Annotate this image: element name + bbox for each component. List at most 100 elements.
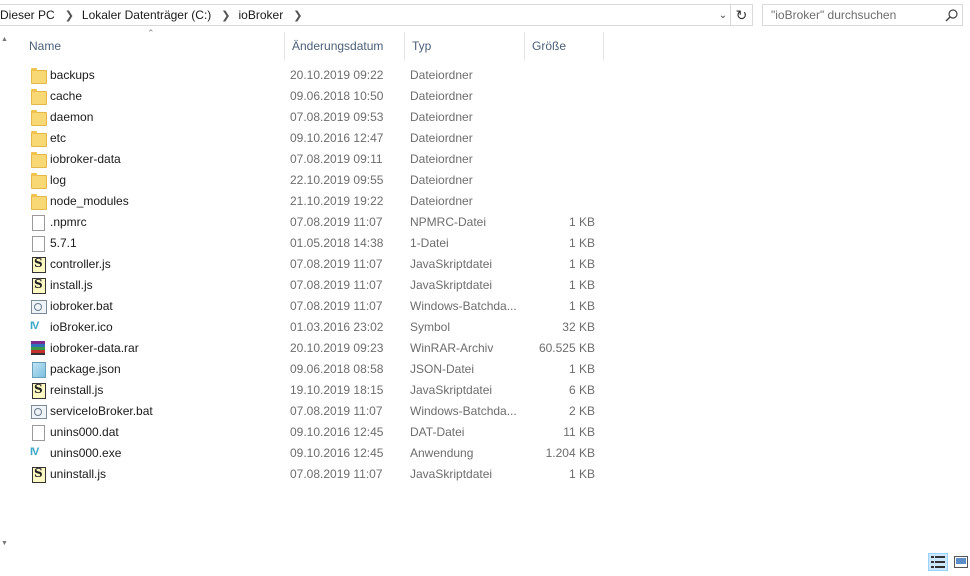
file-row[interactable]: 5.7.1 01.05.2018 14:38 1-Datei 1 KB [22,232,602,253]
batch-file-icon [30,298,47,314]
search-input[interactable]: "ioBroker" durchsuchen [771,8,940,22]
breadcrumb-this-pc[interactable]: Dieser PC [0,8,55,22]
file-size: 1 KB [568,214,595,229]
file-name-cell[interactable]: daemon [22,109,285,126]
file-name-cell[interactable]: iobroker-data [22,151,285,168]
file-row[interactable]: unins000.exe 09.10.2016 12:45 Anwendung 1.2… [22,442,602,463]
file-row[interactable]: log 22.10.2019 09:55 Dateiordner [22,169,602,190]
batch-file-icon [30,403,47,419]
large-icons-view-button[interactable] [951,553,970,571]
file-type: Windows-Batchda... [410,298,517,313]
file-row[interactable]: cache 09.06.2018 10:50 Dateiordner [22,85,602,106]
file-name: backups [50,67,95,82]
file-date: 07.08.2019 11:07 [290,403,383,418]
file-row[interactable]: controller.js 07.08.2019 11:07 JavaSkriptd… [22,253,602,274]
file-size: 1 KB [568,277,595,292]
file-name-cell[interactable]: ioBroker.ico [22,319,285,335]
file-row[interactable]: uninstall.js 07.08.2019 11:07 JavaSkriptda… [22,463,602,484]
file-name: serviceIoBroker.bat [50,403,153,418]
file-name-cell[interactable]: 5.7.1 [22,235,285,252]
search-icon[interactable] [940,8,962,22]
file-date: 07.08.2019 11:07 [290,256,383,271]
file-row[interactable]: reinstall.js 19.10.2019 18:15 JavaSkriptda… [22,379,602,400]
file-name-cell[interactable]: reinstall.js [22,382,285,399]
file-name-cell[interactable]: install.js [22,277,285,294]
scroll-down-icon[interactable]: ▼ [1,540,8,547]
file-row[interactable]: iobroker.bat 07.08.2019 11:07 Windows-Batc… [22,295,602,316]
file-name-cell[interactable]: iobroker.bat [22,298,285,314]
file-size: 2 KB [568,403,595,418]
column-header-type-label: Typ [412,39,432,53]
breadcrumb-separator-icon[interactable]: ❯ [221,9,230,22]
file-name: reinstall.js [50,382,104,397]
file-row[interactable]: etc 09.10.2016 12:47 Dateiordner [22,127,602,148]
breadcrumb-iobroker[interactable]: ioBroker [239,8,284,22]
file-row[interactable]: iobroker-data.rar 20.10.2019 09:23 WinRAR-… [22,337,602,358]
iobroker-icon [30,445,46,461]
file-row[interactable]: ioBroker.ico 01.03.2016 23:02 Symbol 32 KB [22,316,602,337]
file-name-cell[interactable]: controller.js [22,256,285,273]
file-name-cell[interactable]: node_modules [22,193,285,210]
file-name: uninstall.js [50,466,107,481]
file-row[interactable]: package.json 09.06.2018 08:58 JSON-Datei 1 … [22,358,602,379]
file-type: DAT-Datei [410,424,465,439]
file-name-cell[interactable]: .npmrc [22,214,285,231]
column-header-size[interactable]: Größe [525,32,604,60]
refresh-icon[interactable]: ↻ [731,4,753,26]
breadcrumb-local-drive[interactable]: Lokaler Datenträger (C:) [82,8,211,22]
file-date: 21.10.2019 19:22 [290,193,384,208]
column-header-date[interactable]: Änderungsdatum [285,32,405,60]
file-type: WinRAR-Archiv [410,340,494,355]
folder-icon [30,88,47,105]
file-date: 01.03.2016 23:02 [290,319,384,334]
search-field[interactable]: "ioBroker" durchsuchen [762,4,963,26]
breadcrumb-separator-icon[interactable]: ❯ [65,9,74,22]
column-header-date-label: Änderungsdatum [292,39,384,53]
column-header-row: ⌃ Name Änderungsdatum Typ Größe [22,28,604,60]
file-name-cell[interactable]: iobroker-data.rar [22,340,285,356]
file-name-cell[interactable]: cache [22,88,285,105]
column-header-name[interactable]: ⌃ Name [22,28,285,60]
file-row[interactable]: node_modules 21.10.2019 19:22 Dateiordner [22,190,602,211]
address-dropdown-icon[interactable]: ⌄ [716,5,730,25]
file-type: JavaSkriptdatei [410,256,493,271]
file-date: 07.08.2019 09:11 [290,151,383,166]
file-row[interactable]: iobroker-data 07.08.2019 09:11 Dateiordner [22,148,602,169]
breadcrumb[interactable]: Dieser PC ❯ Lokaler Datenträger (C:) ❯ i… [0,4,731,26]
file-date: 20.10.2019 09:22 [290,67,384,82]
file-type: Dateiordner [410,67,473,82]
file-name: iobroker.bat [50,298,113,313]
file-type: NPMRC-Datei [410,214,487,229]
file-name-cell[interactable]: unins000.dat [22,424,285,441]
folder-icon [30,109,47,126]
file-name-cell[interactable]: package.json [22,361,285,378]
file-row[interactable]: unins000.dat 09.10.2016 12:45 DAT-Datei 11 … [22,421,602,442]
file-row[interactable]: serviceIoBroker.bat 07.08.2019 11:07 Windo… [22,400,602,421]
file-size: 32 KB [562,319,595,334]
file-name: 5.7.1 [50,235,77,250]
file-name: install.js [50,277,93,292]
file-name-cell[interactable]: etc [22,130,285,147]
file-row[interactable]: install.js 07.08.2019 11:07 JavaSkriptdate… [22,274,602,295]
file-name-cell[interactable]: log [22,172,285,189]
file-name: iobroker-data.rar [50,340,139,355]
file-name-cell[interactable]: backups [22,67,285,84]
scroll-up-icon[interactable]: ▲ [1,36,8,43]
file-name-cell[interactable]: serviceIoBroker.bat [22,403,285,419]
file-name: log [50,172,67,187]
file-row[interactable]: backups 20.10.2019 09:22 Dateiordner [22,64,602,85]
details-view-button[interactable] [928,553,948,571]
file-row[interactable]: daemon 07.08.2019 09:53 Dateiordner [22,106,602,127]
file-date: 07.08.2019 11:07 [290,298,383,313]
file-size: 11 KB [563,424,595,439]
file-size: 1 KB [568,235,595,250]
column-header-type[interactable]: Typ [405,32,525,60]
file-name-cell[interactable]: uninstall.js [22,466,285,483]
file-date: 01.05.2018 14:38 [290,235,384,250]
file-row[interactable]: .npmrc 07.08.2019 11:07 NPMRC-Datei 1 KB [22,211,602,232]
breadcrumb-separator-icon[interactable]: ❯ [293,9,302,22]
file-name: .npmrc [50,214,87,229]
file-name-cell[interactable]: unins000.exe [22,445,285,461]
file-date: 20.10.2019 09:23 [290,340,384,355]
file-type: JavaSkriptdatei [410,277,493,292]
